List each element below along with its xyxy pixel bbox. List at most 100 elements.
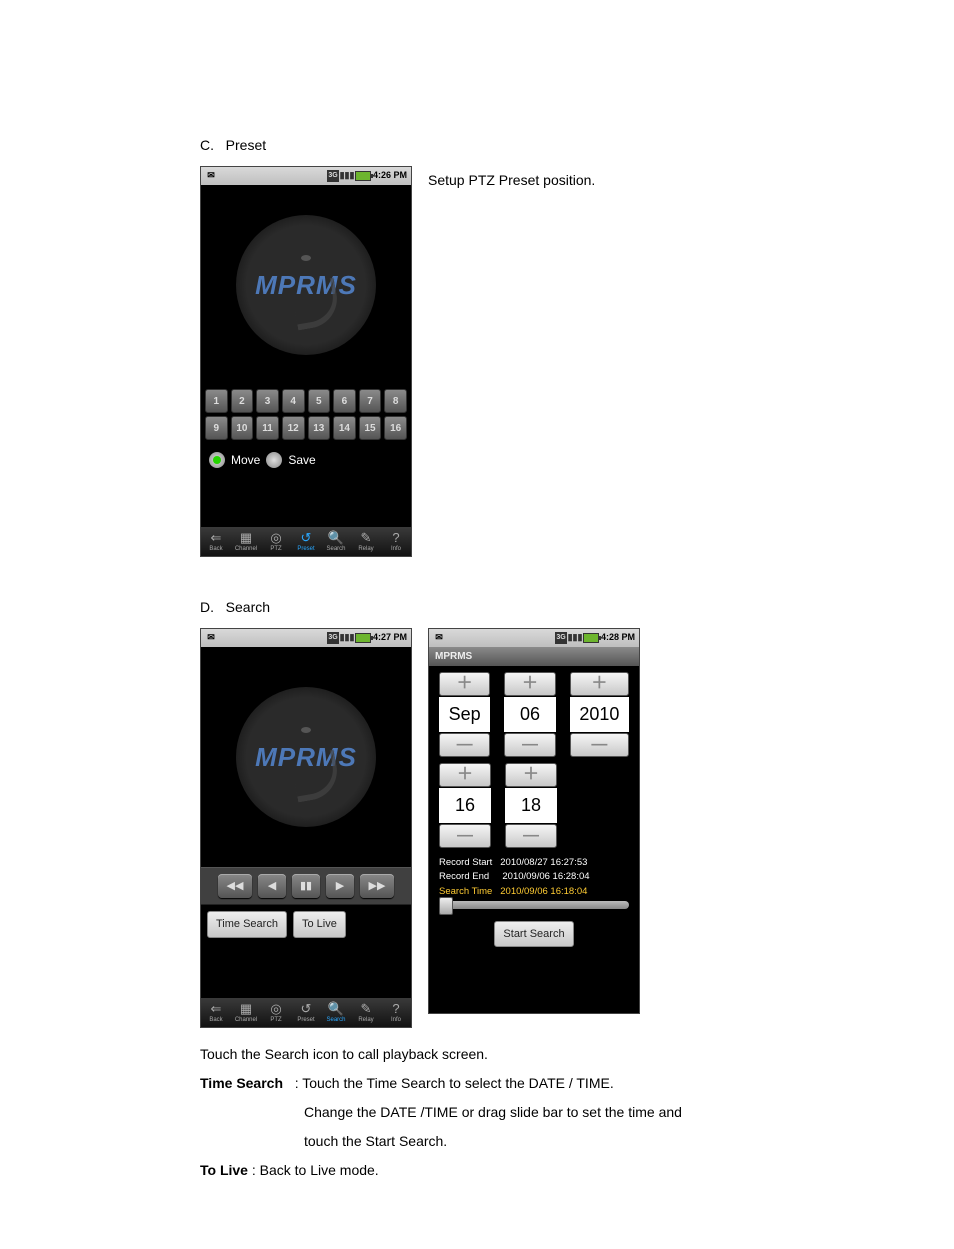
message-icon: ✉ bbox=[205, 170, 217, 182]
record-start-label: Record Start bbox=[439, 857, 492, 868]
battery-icon bbox=[583, 633, 599, 643]
nav-channel[interactable]: ▦Channel bbox=[232, 531, 260, 554]
status-bar: ✉ 3G ▮▮▮ 4:28 PM bbox=[429, 629, 639, 647]
date-picker: ＋ Sep — ＋ 06 — ＋ 2010 — bbox=[429, 666, 639, 761]
move-label: Move bbox=[231, 451, 260, 469]
status-bar: ✉ 3G ▮▮▮ 4:27 PM bbox=[201, 629, 411, 647]
month-down-button[interactable]: — bbox=[439, 733, 490, 757]
time-search-line2: Change the DATE /TIME or drag slide bar … bbox=[200, 1102, 720, 1123]
day-value[interactable]: 06 bbox=[504, 697, 555, 732]
playback-sub-buttons: Time Search To Live bbox=[201, 905, 411, 944]
nav-ptz[interactable]: ◎PTZ bbox=[262, 1002, 290, 1025]
record-end-label: Record End bbox=[439, 871, 489, 882]
nav-back[interactable]: ⇐Back bbox=[202, 531, 230, 554]
day-down-button[interactable]: — bbox=[504, 733, 555, 757]
nav-relay[interactable]: ✎Relay bbox=[352, 531, 380, 554]
time-slider[interactable] bbox=[429, 901, 639, 915]
year-spinner: ＋ 2010 — bbox=[570, 672, 629, 757]
minute-value[interactable]: 18 bbox=[505, 788, 557, 823]
record-info: Record Start 2010/08/27 16:27:53 Record … bbox=[429, 852, 639, 901]
year-down-button[interactable]: — bbox=[570, 733, 629, 757]
status-bar: ✉ 3G ▮▮▮ 4:26 PM bbox=[201, 167, 411, 185]
step-forward-button[interactable]: ▶ bbox=[326, 874, 354, 898]
preset-num-6[interactable]: 6 bbox=[333, 389, 356, 413]
search-screenshot-timepicker: ✉ 3G ▮▮▮ 4:28 PM MPRMS ＋ Sep — ＋ bbox=[428, 628, 640, 1014]
preset-num-8[interactable]: 8 bbox=[384, 389, 407, 413]
preset-icon: ↺ bbox=[301, 1002, 312, 1015]
preset-icon: ↺ bbox=[301, 531, 312, 544]
time-search-button[interactable]: Time Search bbox=[207, 911, 287, 938]
preset-num-10[interactable]: 10 bbox=[231, 416, 254, 440]
nav-preset[interactable]: ↺Preset bbox=[292, 1002, 320, 1025]
minute-spinner: ＋ 18 — bbox=[505, 763, 557, 848]
nav-ptz[interactable]: ◎PTZ bbox=[262, 531, 290, 554]
slider-thumb[interactable] bbox=[439, 897, 453, 915]
preset-num-11[interactable]: 11 bbox=[256, 416, 279, 440]
preset-num-14[interactable]: 14 bbox=[333, 416, 356, 440]
document-page: C. Preset ✉ 3G ▮▮▮ 4:26 PM MPRMS bbox=[0, 0, 954, 1249]
save-radio[interactable] bbox=[266, 452, 282, 468]
nav-channel[interactable]: ▦Channel bbox=[232, 1002, 260, 1025]
step-back-button[interactable]: ◀ bbox=[258, 874, 286, 898]
relay-icon: ✎ bbox=[361, 531, 372, 544]
minute-down-button[interactable]: — bbox=[505, 824, 557, 848]
to-live-button[interactable]: To Live bbox=[293, 911, 346, 938]
video-area: MPRMS bbox=[201, 185, 411, 385]
hour-up-button[interactable]: ＋ bbox=[439, 763, 491, 787]
nav-relay[interactable]: ✎Relay bbox=[352, 1002, 380, 1025]
nav-info[interactable]: ?Info bbox=[382, 531, 410, 554]
nav-search[interactable]: 🔍Search bbox=[322, 1002, 350, 1025]
nav-preset[interactable]: ↺Preset bbox=[292, 531, 320, 554]
minute-up-button[interactable]: ＋ bbox=[505, 763, 557, 787]
network-icon: 3G bbox=[327, 170, 339, 182]
preset-num-4[interactable]: 4 bbox=[282, 389, 305, 413]
start-search-button[interactable]: Start Search bbox=[494, 921, 573, 948]
month-up-button[interactable]: ＋ bbox=[439, 672, 490, 696]
month-spinner: ＋ Sep — bbox=[439, 672, 490, 757]
preset-num-15[interactable]: 15 bbox=[359, 416, 382, 440]
save-label: Save bbox=[288, 451, 315, 469]
info-icon: ? bbox=[392, 1002, 399, 1015]
signal-icon: ▮▮▮ bbox=[569, 632, 581, 644]
month-value[interactable]: Sep bbox=[439, 697, 490, 732]
nav-label: Preset bbox=[297, 545, 314, 554]
hour-down-button[interactable]: — bbox=[439, 824, 491, 848]
preset-num-3[interactable]: 3 bbox=[256, 389, 279, 413]
preset-num-12[interactable]: 12 bbox=[282, 416, 305, 440]
fast-forward-button[interactable]: ▶▶ bbox=[360, 874, 394, 898]
channel-icon: ▦ bbox=[240, 1002, 252, 1015]
back-icon: ⇐ bbox=[211, 531, 222, 544]
time-picker: ＋ 16 — ＋ 18 — bbox=[429, 761, 639, 852]
nav-back[interactable]: ⇐Back bbox=[202, 1002, 230, 1025]
pause-button[interactable]: ▮▮ bbox=[292, 874, 320, 898]
year-up-button[interactable]: ＋ bbox=[570, 672, 629, 696]
rewind-button[interactable]: ◀◀ bbox=[218, 874, 252, 898]
preset-num-13[interactable]: 13 bbox=[308, 416, 331, 440]
record-start-value: 2010/08/27 16:27:53 bbox=[500, 857, 587, 868]
preset-num-16[interactable]: 16 bbox=[384, 416, 407, 440]
preset-num-9[interactable]: 9 bbox=[205, 416, 228, 440]
time-search-paragraph: Time Search : Touch the Time Search to s… bbox=[200, 1073, 720, 1094]
hour-value[interactable]: 16 bbox=[439, 788, 491, 823]
section-c-heading: C. Preset bbox=[200, 135, 864, 156]
move-radio[interactable] bbox=[209, 452, 225, 468]
preset-num-2[interactable]: 2 bbox=[231, 389, 254, 413]
day-up-button[interactable]: ＋ bbox=[504, 672, 555, 696]
nav-label: PTZ bbox=[270, 545, 281, 554]
nav-label: Channel bbox=[235, 1016, 257, 1025]
preset-num-5[interactable]: 5 bbox=[308, 389, 331, 413]
nav-search[interactable]: 🔍Search bbox=[322, 531, 350, 554]
info-icon: ? bbox=[392, 531, 399, 544]
nav-info[interactable]: ?Info bbox=[382, 1002, 410, 1025]
clock-text: 4:28 PM bbox=[601, 631, 635, 645]
preset-caption: Setup PTZ Preset position. bbox=[428, 166, 595, 191]
instruction-line1: Touch the Search icon to call playback s… bbox=[200, 1044, 720, 1065]
battery-icon bbox=[355, 171, 371, 181]
preset-num-1[interactable]: 1 bbox=[205, 389, 228, 413]
back-icon: ⇐ bbox=[211, 1002, 222, 1015]
time-search-line3: touch the Start Search. bbox=[200, 1131, 720, 1152]
nav-label: Back bbox=[209, 1016, 222, 1025]
nav-label: Relay bbox=[358, 545, 373, 554]
year-value[interactable]: 2010 bbox=[570, 697, 629, 732]
preset-num-7[interactable]: 7 bbox=[359, 389, 382, 413]
